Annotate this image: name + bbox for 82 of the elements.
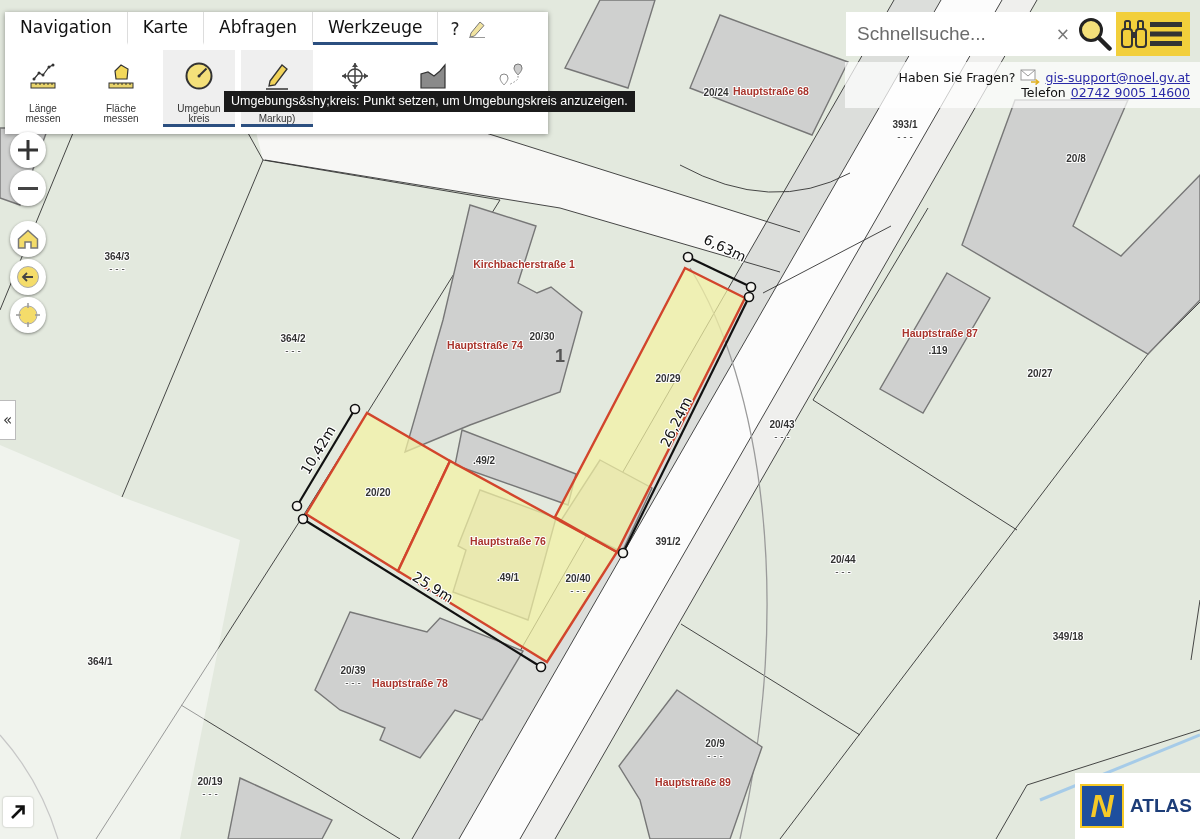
parcel-dashes: - - - [202, 788, 218, 799]
binoculars-icon [1121, 20, 1147, 48]
tool-button[interactable]: Fläche messen [85, 50, 157, 127]
home-icon [17, 229, 39, 249]
street-address: Kirchbacherstraße 1 [473, 258, 575, 270]
expand-button[interactable] [3, 797, 33, 827]
menu-tab[interactable]: Werkzeuge [312, 12, 439, 45]
parcel-number: 393/1 [892, 119, 918, 130]
ruler-line-icon [29, 62, 57, 90]
parcel-number: .49/1 [496, 572, 520, 583]
sidebar-toggle-button[interactable]: « [0, 400, 16, 440]
street-address: Hauptstraße 74 [447, 339, 523, 351]
parcel-number: 20/44 [830, 554, 856, 565]
parcel-number: .49/2 [472, 455, 496, 466]
parcel-dashes: - - - [109, 263, 125, 274]
pencil-icon[interactable] [468, 19, 487, 38]
parcel-dashes: - - - [774, 431, 790, 442]
parcel-dashes: - - - [345, 677, 361, 688]
street-address: Hauptstraße 89 [655, 776, 731, 788]
contact-question: Haben Sie Fragen? [898, 69, 1016, 85]
parcel-number: 391/2 [655, 536, 681, 547]
vertex-handle-icon[interactable] [743, 291, 755, 303]
parcel-number: 20/30 [529, 331, 555, 342]
parcel-number: 20/27 [1027, 368, 1053, 379]
vertex-handle-icon[interactable] [291, 500, 303, 512]
search-field[interactable]: Schnellsuche... [846, 12, 1050, 56]
locate-icon [16, 303, 40, 327]
parcel-dashes: - - - [897, 131, 913, 142]
street-address: Hauptstraße 68 [733, 85, 809, 97]
circle-radius-icon [185, 62, 213, 90]
mail-icon [1020, 69, 1041, 85]
search-icon [1078, 17, 1112, 51]
crosshair-arrows-icon [341, 62, 369, 90]
parcel-dashes: - - - [285, 345, 301, 356]
parcel-number: 20/39 [340, 665, 366, 676]
vertex-handle-icon[interactable] [535, 661, 547, 673]
parcel-number: 364/2 [280, 333, 306, 344]
email-link[interactable]: gis-support@noel.gv.at [1045, 69, 1190, 85]
street-address: Hauptstraße 76 [470, 535, 546, 547]
clear-button[interactable]: × [1049, 12, 1076, 56]
parcel-number: 364/1 [87, 656, 113, 667]
menu-tab[interactable]: Navigation [5, 12, 128, 45]
vertex-handle-icon[interactable] [349, 403, 361, 415]
parcel-number: 20/19 [197, 776, 223, 787]
parcel-number: .119 [928, 345, 948, 356]
logo-mark: N [1080, 784, 1124, 828]
arrow-icon [10, 804, 26, 820]
parcel-number: 364/3 [104, 251, 130, 262]
elevation-profile-icon [419, 62, 447, 90]
phone-label: Telefon [1021, 85, 1066, 100]
vertex-handle-icon[interactable] [745, 281, 757, 293]
minus-icon [18, 186, 38, 190]
vertex-handle-icon[interactable] [682, 251, 694, 263]
parcel-number: 20/8 [1066, 153, 1086, 164]
parcel-number: 20/40 [565, 573, 591, 584]
parcel-dashes: - - - [570, 585, 586, 596]
help-button[interactable]: ? [438, 12, 460, 45]
house-number: 1 [555, 346, 565, 366]
pencil-icon [263, 62, 291, 90]
parcel-dashes: - - - [835, 566, 851, 577]
plus-icon [18, 140, 38, 160]
parcel-number: 20/24 [703, 87, 729, 98]
vertex-handle-icon[interactable] [297, 513, 309, 525]
logo-text: ATLAS [1130, 795, 1192, 817]
parcel-number: 20/9 [705, 738, 725, 749]
parcel-number: 20/20 [365, 487, 391, 498]
menu-tab[interactable]: Abfragen [204, 12, 313, 45]
menu-icon [1150, 22, 1182, 46]
parcel-number: 349/18 [1052, 631, 1084, 642]
ruler-polygon-icon [107, 62, 135, 90]
binoculars-button[interactable] [1121, 20, 1147, 48]
tool-button[interactable]: Länge messen [7, 50, 79, 127]
street-address: Hauptstraße 78 [372, 677, 448, 689]
street-address: Hauptstraße 87 [902, 327, 978, 339]
tooltip: Umgebungs&shy;kreis: Punkt setzen, um Umgebungskreis anzuzeigen. [224, 91, 635, 112]
parcel-number: 20/29 [655, 373, 681, 384]
menu-button[interactable] [1150, 22, 1182, 46]
menu-tab[interactable]: Karte [127, 12, 205, 45]
search-button[interactable] [1076, 12, 1116, 56]
phone-link[interactable]: 02742 9005 14600 [1070, 85, 1190, 100]
parcel-number: 20/43 [769, 419, 795, 430]
parcel-dashes: - - - [707, 750, 723, 761]
